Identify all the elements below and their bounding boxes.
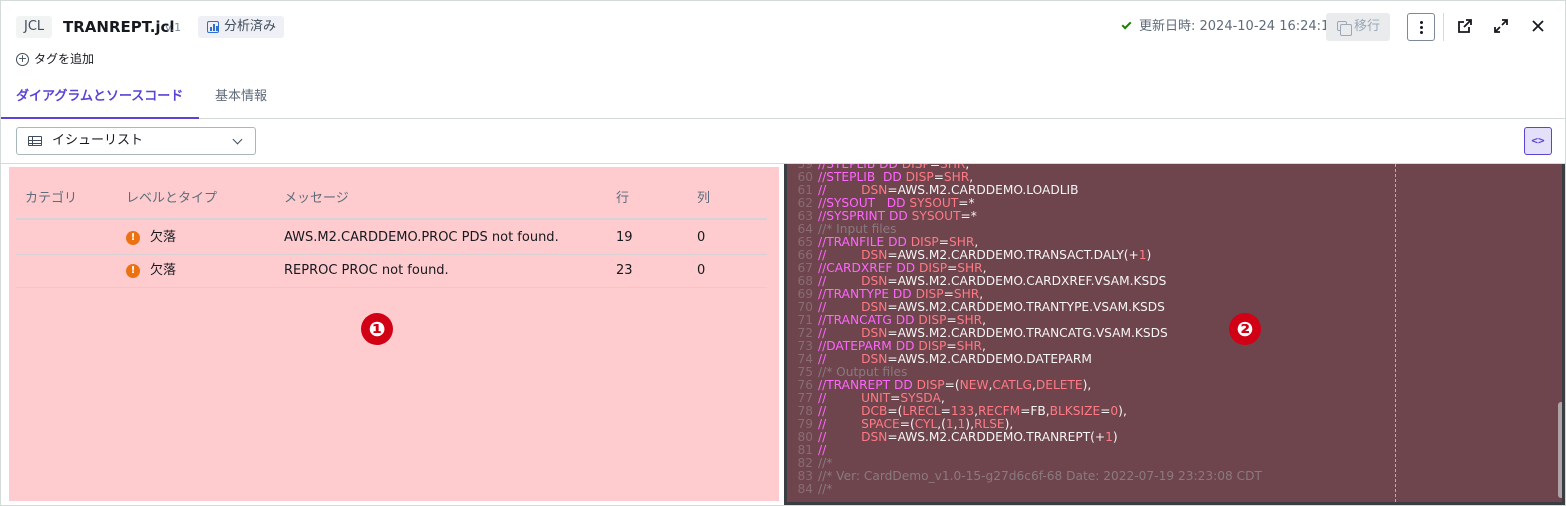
table-row[interactable]: ! 欠落 REPROC PROC not found. 23 0 [16, 255, 767, 288]
analysis-status-label: 分析済み [224, 19, 277, 34]
cell-message: REPROC PROC not found. [284, 263, 449, 278]
line-number: 84 [797, 482, 813, 496]
panel-header: JCL TRANREPT.jcl v.1 分析済み 更新日時: 2024-10-… [1, 1, 1565, 66]
cell-level-type: ! 欠落 [126, 222, 176, 254]
warning-icon: ! [126, 264, 140, 278]
add-tag-label: タグを追加 [34, 52, 95, 66]
tab-basic-info[interactable]: 基本情報 [215, 85, 267, 119]
open-external-icon[interactable] [1457, 18, 1473, 34]
code-line: 63//SYSPRINT DD SYSOUT=* [787, 210, 1547, 223]
more-dot-icon [1420, 31, 1423, 34]
code-text: // DSN=AWS.M2.CARDDEMO.TRANREPT(+1) [818, 430, 1118, 444]
close-icon[interactable] [1530, 18, 1546, 34]
code-editor[interactable]: 59//STEPLIB DD DISP=SHR, 60//STEPLIB DD D… [787, 164, 1547, 496]
code-scrollbar[interactable] [1558, 402, 1562, 498]
jcl-detail-panel: JCL TRANREPT.jcl v.1 分析済み 更新日時: 2024-10-… [0, 0, 1566, 506]
code-line: 81// [787, 444, 1547, 457]
cell-line: 23 [616, 263, 633, 278]
warning-icon: ! [126, 231, 140, 245]
header-level-type[interactable]: レベルとタイプ [126, 187, 217, 211]
issue-list-select[interactable]: イシューリスト [16, 127, 256, 155]
code-line: 84 //* [787, 483, 1547, 496]
migrate-label: 移行 [1353, 19, 1380, 34]
file-name-title: TRANREPT.jcl [63, 18, 175, 36]
cell-level-type: ! 欠落 [126, 255, 176, 287]
callout-2: ❷ [1229, 313, 1261, 345]
issue-list-select-value: イシューリスト [52, 133, 144, 148]
code-line: 83//* Ver: CardDemo_v1.0-15-g27d6c6f-68 … [787, 470, 1547, 483]
level-label: 欠落 [150, 263, 177, 278]
issue-list-panel: カテゴリ レベルとタイプ メッセージ 行 列 ! 欠落 AWS.M2.CARDD… [9, 167, 779, 501]
migrate-button[interactable]: 移行 [1326, 13, 1390, 41]
chevron-down-icon [232, 134, 243, 145]
table-row[interactable]: ! 欠落 AWS.M2.CARDDEMO.PROC PDS not found.… [16, 222, 767, 255]
header-line[interactable]: 行 [616, 187, 629, 211]
callout-1: ❶ [361, 313, 393, 345]
tab-diagram-source[interactable]: ダイアグラムとソースコード [1, 85, 199, 119]
version-label: v.1 [165, 21, 182, 34]
code-line: 80// DSN=AWS.M2.CARDDEMO.TRANREPT(+1) [787, 431, 1547, 444]
analysis-status-badge: 分析済み [198, 16, 285, 38]
updated-timestamp: 更新日時: 2024-10-24 16:24:15 [1119, 17, 1338, 37]
cell-column: 0 [697, 263, 706, 278]
more-dot-icon [1420, 21, 1423, 24]
code-text: //* Ver: CardDemo_v1.0-15-g27d6c6f-68 Da… [818, 469, 1262, 483]
source-code-panel[interactable]: 59//STEPLIB DD DISP=SHR, 60//STEPLIB DD D… [784, 164, 1565, 505]
table-icon [28, 136, 42, 146]
more-actions-button[interactable] [1407, 13, 1435, 41]
cell-column: 0 [697, 230, 706, 245]
plus-circle-icon: + [16, 52, 29, 66]
check-icon [1121, 19, 1132, 30]
cell-message: AWS.M2.CARDDEMO.PROC PDS not found. [284, 230, 559, 245]
bar-chart-icon [207, 21, 219, 33]
tab-bar: ダイアグラムとソースコード 基本情報 [1, 85, 1565, 119]
code-text: //* [818, 482, 833, 496]
cell-line: 19 [616, 230, 633, 245]
copy-icon [1337, 21, 1352, 36]
level-label: 欠落 [150, 230, 177, 245]
updated-text: 更新日時: 2024-10-24 16:24:15 [1139, 19, 1338, 34]
file-type-badge: JCL [16, 16, 53, 38]
add-tag-button[interactable]: + タグを追加 [16, 51, 94, 67]
issue-table-header: カテゴリ レベルとタイプ メッセージ 行 列 [16, 187, 767, 220]
more-dot-icon [1420, 26, 1423, 29]
expand-icon[interactable] [1493, 18, 1509, 34]
column-guide-line [1395, 164, 1396, 502]
header-category[interactable]: カテゴリ [25, 187, 77, 211]
toggle-code-view-button[interactable]: <> [1524, 127, 1552, 155]
header-message[interactable]: メッセージ [284, 187, 349, 211]
header-column[interactable]: 列 [697, 187, 710, 211]
header-divider [1443, 13, 1444, 41]
